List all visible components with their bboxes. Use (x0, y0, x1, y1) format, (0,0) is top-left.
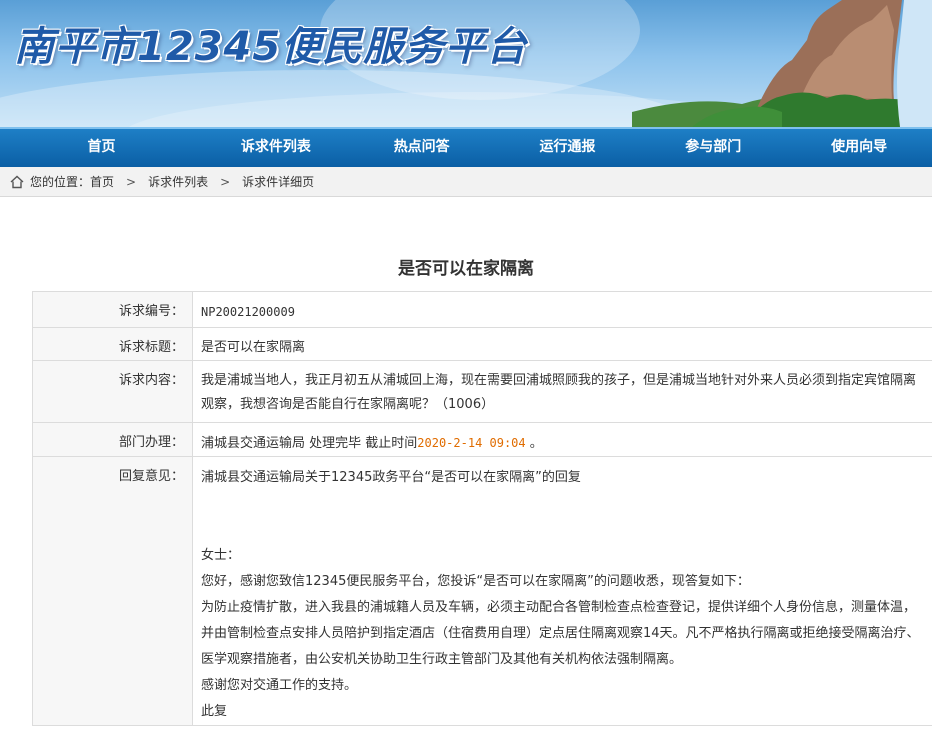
nav-request-list[interactable]: 诉求件列表 (203, 129, 349, 167)
reply-label: 回复意见： (33, 457, 193, 726)
reply-paragraph: 此复 (201, 699, 923, 725)
nav-user-guide[interactable]: 使用向导 (786, 129, 932, 167)
header-banner: 南平市12345便民服务平台 (0, 0, 932, 127)
content-value: 我是浦城当地人，我正月初五从浦城回上海，现在需要回浦城照顾我的孩子，但是浦城当地… (193, 361, 932, 423)
detail-table: 诉求编号： NP20021200009 诉求标题： 是否可以在家隔离 诉求内容：… (32, 291, 932, 726)
deadline-time: 2020-2-14 09:04 (417, 436, 525, 450)
breadcrumb-prefix: 您的位置： (30, 173, 90, 190)
content-label: 诉求内容： (33, 361, 193, 423)
breadcrumb-current: 诉求件详细页 (242, 173, 314, 190)
reply-paragraph: 您好，感谢您致信12345便民服务平台，您投诉“是否可以在家隔离”的问题收悉，现… (201, 569, 923, 595)
dept-cell: 浦城县交通运输局 处理完毕 截止时间2020-2-14 09:04 。 (193, 423, 932, 457)
code-label: 诉求编号： (33, 292, 193, 328)
dept-value: 浦城县交通运输局 处理完毕 截止时间 (201, 436, 417, 451)
code-value: NP20021200009 (193, 292, 932, 328)
table-row: 诉求编号： NP20021200009 (33, 292, 932, 328)
nav-operation-report[interactable]: 运行通报 (495, 129, 641, 167)
mountain-scenery-image (632, 0, 932, 127)
breadcrumb-list-link[interactable]: 诉求件列表 (148, 173, 208, 190)
site-title: 南平市12345便民服务平台 (14, 14, 527, 72)
breadcrumb-separator: > (220, 175, 230, 189)
table-row: 诉求标题： 是否可以在家隔离 (33, 328, 932, 361)
dept-label: 部门办理： (33, 423, 193, 457)
breadcrumb-home-link[interactable]: 首页 (90, 173, 114, 190)
reply-heading: 浦城县交通运输局关于12345政务平台“是否可以在家隔离”的回复 (201, 465, 923, 491)
table-row: 回复意见： 浦城县交通运输局关于12345政务平台“是否可以在家隔离”的回复 女… (33, 457, 932, 726)
nav-departments[interactable]: 参与部门 (640, 129, 786, 167)
subject-value: 是否可以在家隔离 (193, 328, 932, 361)
reply-paragraph: 为防止疫情扩散，进入我县的浦城籍人员及车辆，必须主动配合各管制检查点检查登记，提… (201, 595, 923, 673)
main-content: 是否可以在家隔离 诉求编号： NP20021200009 诉求标题： 是否可以在… (0, 199, 932, 739)
nav-home[interactable]: 首页 (0, 129, 203, 167)
breadcrumb: 您的位置： 首页 > 诉求件列表 > 诉求件详细页 (0, 167, 932, 197)
dept-end: 。 (530, 436, 543, 451)
page-title: 是否可以在家隔离 (0, 254, 932, 278)
home-icon (10, 175, 24, 189)
reply-paragraph: 感谢您对交通工作的支持。 (201, 673, 923, 699)
reply-content: 浦城县交通运输局关于12345政务平台“是否可以在家隔离”的回复 女士： 您好，… (193, 457, 932, 726)
table-row: 部门办理： 浦城县交通运输局 处理完毕 截止时间2020-2-14 09:04 … (33, 423, 932, 457)
main-nav: 首页 诉求件列表 热点问答 运行通报 参与部门 使用向导 (0, 127, 932, 167)
subject-label: 诉求标题： (33, 328, 193, 361)
breadcrumb-separator: > (126, 175, 136, 189)
nav-hot-qa[interactable]: 热点问答 (349, 129, 495, 167)
table-row: 诉求内容： 我是浦城当地人，我正月初五从浦城回上海，现在需要回浦城照顾我的孩子，… (33, 361, 932, 423)
reply-greeting: 女士： (201, 543, 923, 569)
